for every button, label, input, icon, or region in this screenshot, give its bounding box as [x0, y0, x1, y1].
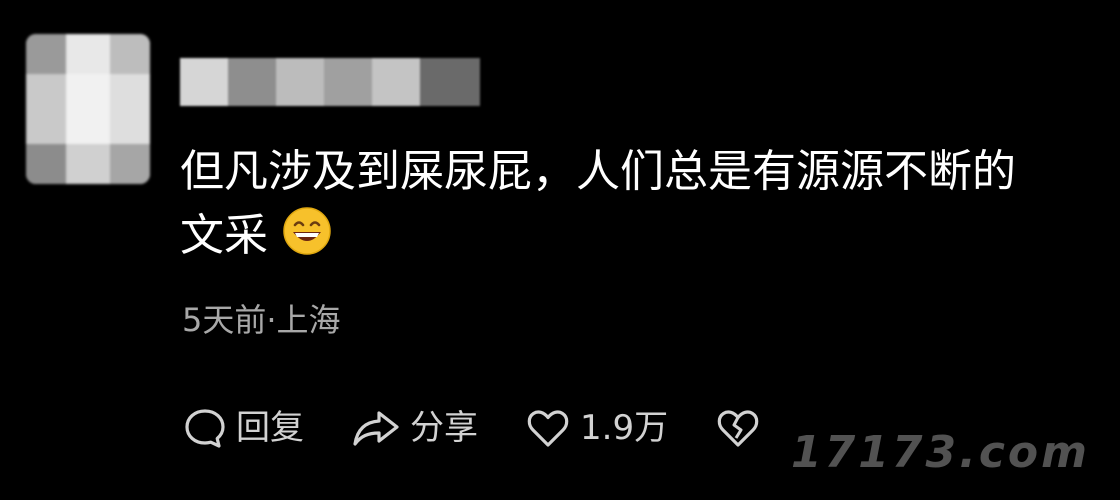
comment-text-line: 但凡涉及到屎尿屁，人们总是有源源不断的	[180, 146, 1016, 197]
avatar[interactable]	[26, 34, 150, 184]
comment-bubble-icon	[185, 409, 225, 448]
share-button[interactable]: 分享	[350, 405, 478, 451]
reply-label: 回复	[236, 408, 304, 448]
like-count: 1.9万	[580, 408, 669, 448]
comment-item: 但凡涉及到屎尿屁，人们总是有源源不断的 文采 5天前·上海 回复 分享 1.9万…	[0, 0, 1120, 500]
comment-meta: 5天前·上海	[182, 301, 341, 339]
share-arrow-icon	[353, 411, 399, 446]
comment-text-line-2: 文采	[180, 210, 268, 261]
comment-text-line: 文采	[180, 204, 1080, 268]
like-button[interactable]: 1.9万	[524, 405, 668, 451]
heart-icon	[527, 410, 569, 447]
comment-actions: 回复 分享 1.9万	[182, 403, 808, 453]
username-redacted[interactable]	[180, 58, 480, 106]
share-label: 分享	[410, 408, 478, 448]
site-watermark: 17173.com	[791, 427, 1090, 478]
grinning-face-emoji-icon	[283, 207, 331, 255]
reply-button[interactable]: 回复	[182, 405, 304, 451]
broken-heart-icon	[717, 410, 759, 447]
comment-text: 但凡涉及到屎尿屁，人们总是有源源不断的 文采	[180, 140, 1080, 268]
dislike-button[interactable]	[714, 405, 762, 451]
